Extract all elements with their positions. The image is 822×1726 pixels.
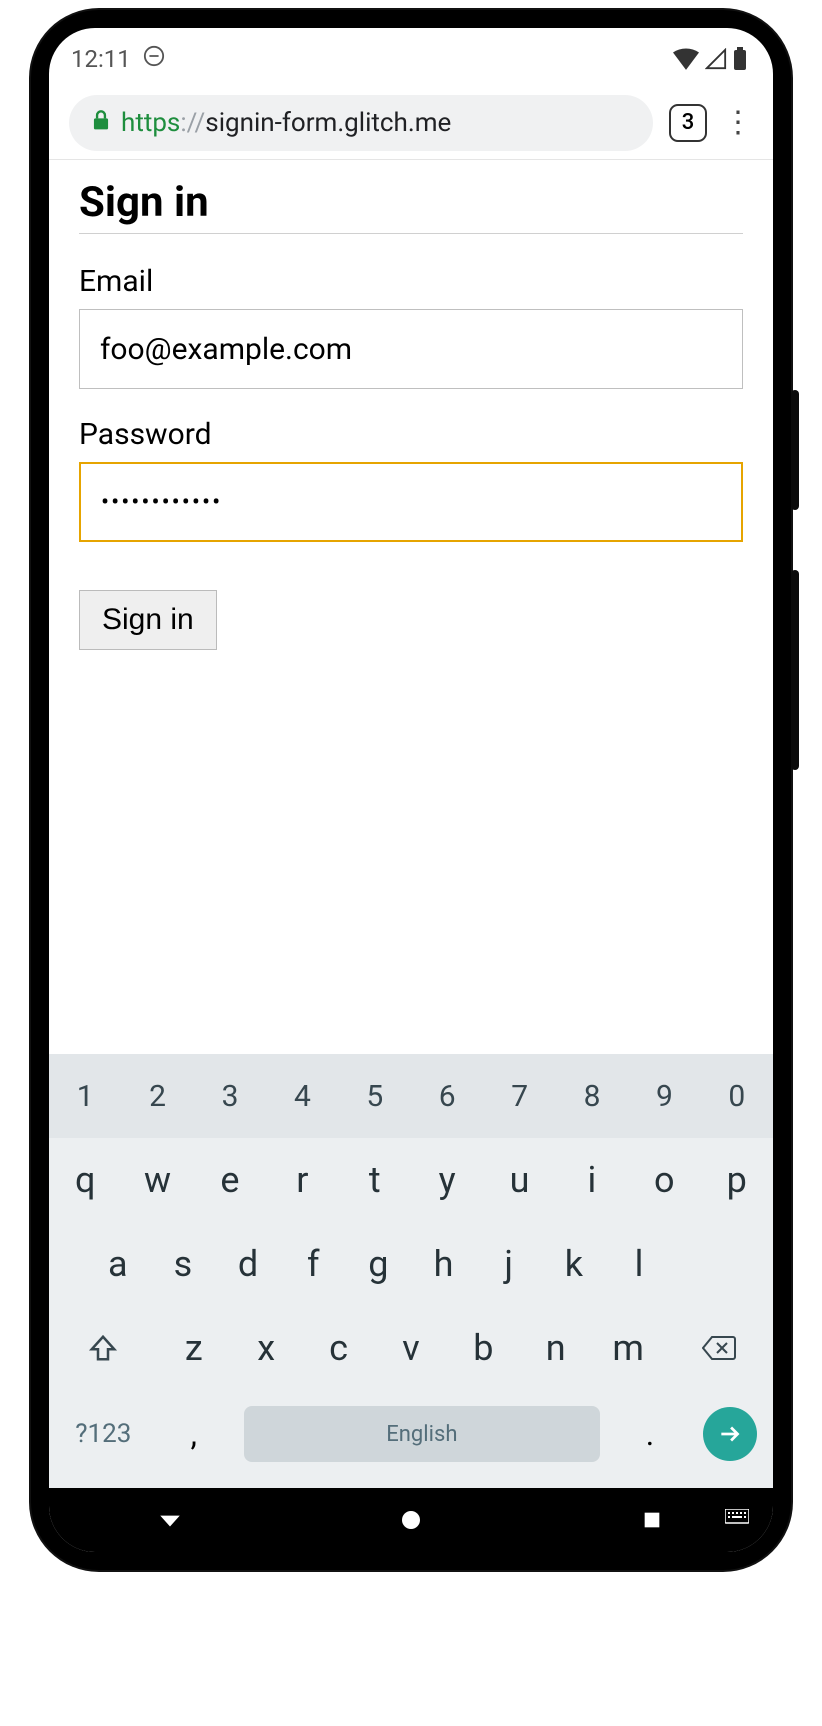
period-key[interactable]: .: [614, 1390, 686, 1478]
password-input[interactable]: [79, 462, 743, 542]
key-j[interactable]: j: [476, 1222, 541, 1306]
key-7[interactable]: 7: [483, 1054, 555, 1138]
tab-count: 3: [682, 110, 695, 135]
space-key[interactable]: English: [244, 1406, 600, 1462]
url-scheme: https: [121, 108, 180, 138]
key-4[interactable]: 4: [266, 1054, 338, 1138]
page-title: Sign in: [79, 178, 743, 234]
key-0[interactable]: 0: [701, 1054, 773, 1138]
comma-key[interactable]: ,: [158, 1390, 230, 1478]
symbols-key[interactable]: ?123: [49, 1390, 158, 1478]
email-field-group: Email: [79, 264, 743, 389]
tab-switcher-button[interactable]: 3: [669, 104, 707, 142]
email-label: Email: [79, 264, 743, 299]
key-z[interactable]: z: [158, 1306, 230, 1390]
nav-home-button[interactable]: [386, 1508, 436, 1532]
key-i[interactable]: i: [556, 1138, 628, 1222]
key-q[interactable]: q: [49, 1138, 121, 1222]
key-n[interactable]: n: [520, 1306, 592, 1390]
key-g[interactable]: g: [346, 1222, 411, 1306]
keyboard-row-asdf: a s d f g h j k l: [49, 1222, 773, 1306]
phone-frame: 12:11: [31, 10, 791, 1570]
wifi-icon: [673, 48, 699, 70]
key-w[interactable]: w: [121, 1138, 193, 1222]
overflow-menu-button[interactable]: ⋮: [723, 105, 753, 140]
url-bar[interactable]: https://signin-form.glitch.me: [69, 95, 653, 151]
key-k[interactable]: k: [541, 1222, 606, 1306]
key-h[interactable]: h: [411, 1222, 476, 1306]
system-nav-bar: [49, 1488, 773, 1552]
password-label: Password: [79, 417, 743, 452]
keyboard-row-qwerty: q w e r t y u i o p: [49, 1138, 773, 1222]
key-6[interactable]: 6: [411, 1054, 483, 1138]
key-l[interactable]: l: [606, 1222, 671, 1306]
key-v[interactable]: v: [375, 1306, 447, 1390]
key-x[interactable]: x: [230, 1306, 302, 1390]
keyboard-bottom-row: ?123 , English .: [49, 1390, 773, 1478]
key-f[interactable]: f: [281, 1222, 346, 1306]
sign-in-button[interactable]: Sign in: [79, 590, 217, 650]
backspace-key[interactable]: [664, 1306, 773, 1390]
key-2[interactable]: 2: [121, 1054, 193, 1138]
key-d[interactable]: d: [216, 1222, 281, 1306]
keyboard-switch-icon[interactable]: [725, 1509, 749, 1531]
battery-icon: [733, 47, 747, 71]
key-c[interactable]: c: [302, 1306, 374, 1390]
enter-icon: [703, 1407, 757, 1461]
key-9[interactable]: 9: [628, 1054, 700, 1138]
key-a[interactable]: a: [85, 1222, 150, 1306]
key-s[interactable]: s: [150, 1222, 215, 1306]
key-b[interactable]: b: [447, 1306, 519, 1390]
key-1[interactable]: 1: [49, 1054, 121, 1138]
cell-signal-icon: [705, 48, 727, 70]
key-e[interactable]: e: [194, 1138, 266, 1222]
key-m[interactable]: m: [592, 1306, 664, 1390]
keyboard-row-zxcv: z x c v b n m: [49, 1306, 773, 1390]
nav-back-button[interactable]: [145, 1507, 195, 1533]
status-time: 12:11: [71, 45, 131, 73]
key-u[interactable]: u: [483, 1138, 555, 1222]
key-8[interactable]: 8: [556, 1054, 628, 1138]
lock-icon: [91, 108, 111, 138]
password-field-group: Password: [79, 417, 743, 542]
key-p[interactable]: p: [701, 1138, 773, 1222]
key-5[interactable]: 5: [339, 1054, 411, 1138]
url-host: signin-form.glitch.me: [205, 108, 451, 138]
key-t[interactable]: t: [339, 1138, 411, 1222]
dnd-icon: [143, 45, 165, 73]
url-separator: ://: [180, 108, 205, 138]
key-r[interactable]: r: [266, 1138, 338, 1222]
browser-toolbar: https://signin-form.glitch.me 3 ⋮: [49, 90, 773, 160]
nav-recents-button[interactable]: [627, 1509, 677, 1531]
soft-keyboard: 1 2 3 4 5 6 7 8 9 0 q w e r t y u i o: [49, 1054, 773, 1488]
key-o[interactable]: o: [628, 1138, 700, 1222]
screen: 12:11: [49, 28, 773, 1552]
shift-key[interactable]: [49, 1306, 158, 1390]
status-bar: 12:11: [49, 28, 773, 90]
enter-key[interactable]: [686, 1407, 773, 1461]
key-3[interactable]: 3: [194, 1054, 266, 1138]
key-y[interactable]: y: [411, 1138, 483, 1222]
email-input[interactable]: [79, 309, 743, 389]
keyboard-number-row: 1 2 3 4 5 6 7 8 9 0: [49, 1054, 773, 1138]
page-content: Sign in Email Password Sign in: [49, 160, 773, 1054]
